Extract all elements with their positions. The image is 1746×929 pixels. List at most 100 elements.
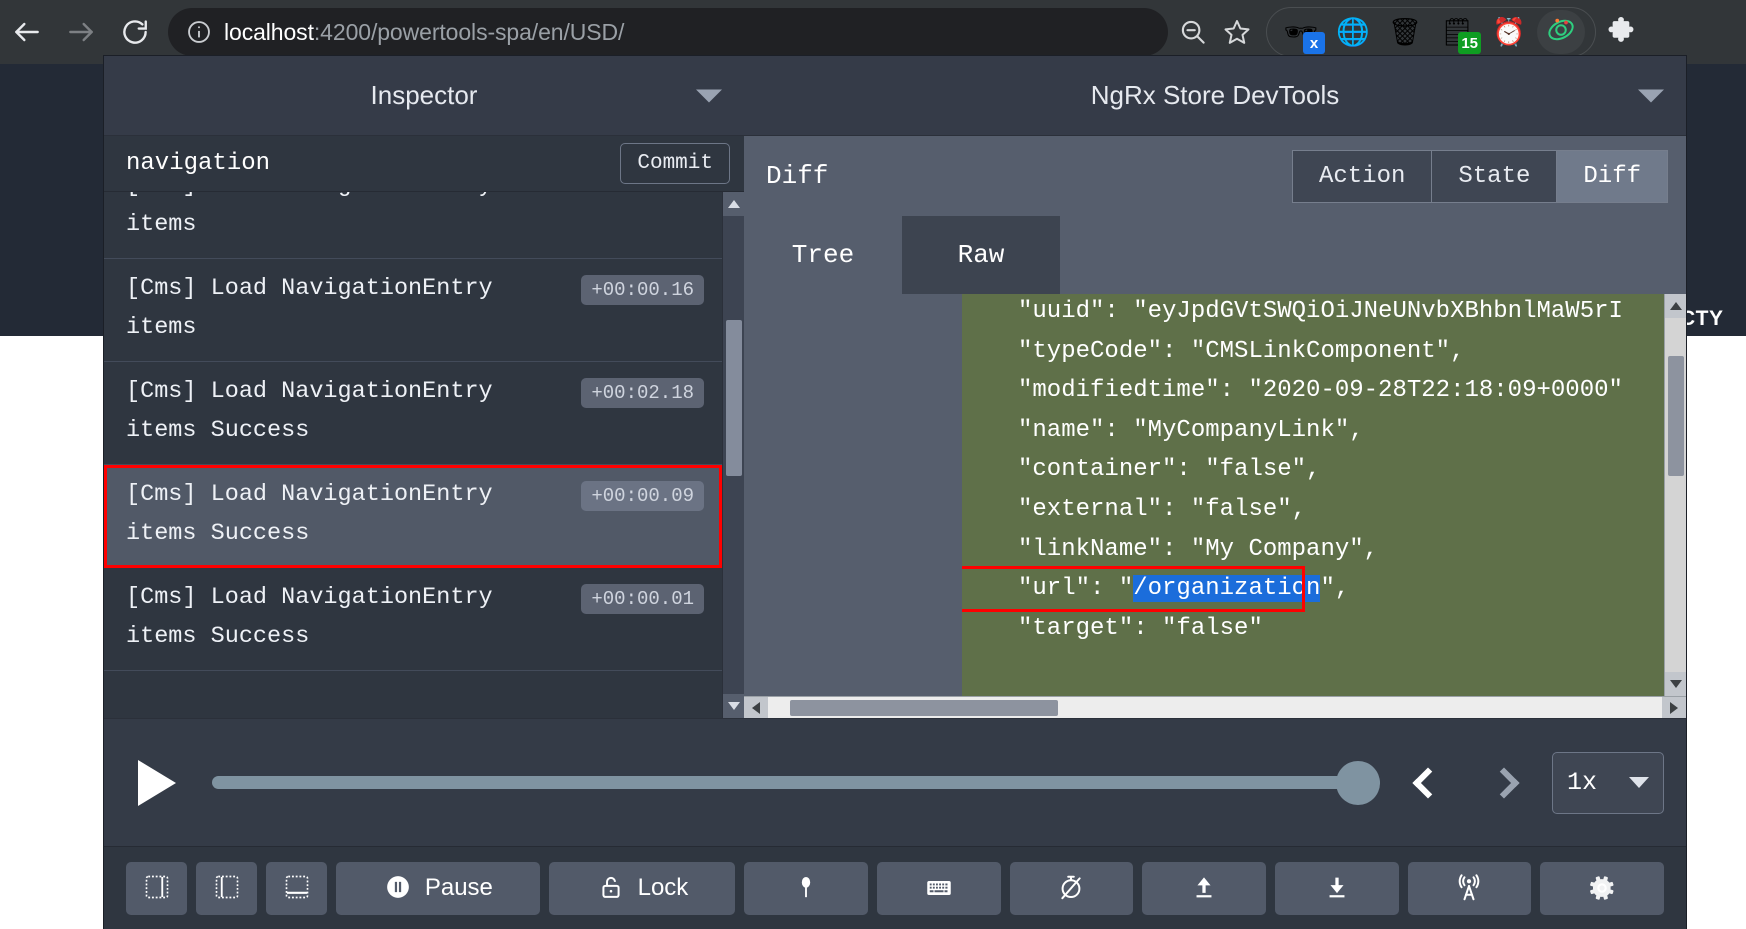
url-path: :4200/powertools-spa/en/USD/ <box>313 18 625 45</box>
playback-speed-select[interactable]: 1x <box>1552 751 1664 814</box>
back-button[interactable] <box>0 5 54 59</box>
json-line-highlighted[interactable]: "url": "/organization", <box>962 566 1349 612</box>
playback-bar: 1x <box>104 718 1686 846</box>
json-line: "linkName": "My Company", <box>1018 535 1379 563</box>
search-input[interactable] <box>126 150 621 177</box>
action-name: [Cms] Load NavigationEntry items Success <box>126 584 493 650</box>
arrow-right-icon <box>65 16 97 48</box>
action-list-item[interactable]: [Cms] Load NavigationEntry items <box>104 192 722 259</box>
remote-button[interactable] <box>1407 861 1532 915</box>
action-list-item[interactable]: [Cms] Load NavigationEntry items +00:00.… <box>104 259 722 362</box>
action-list-item[interactable]: [Cms] Load NavigationEntry items Success… <box>104 362 722 465</box>
json-line: "container": "false", <box>1018 456 1321 484</box>
dock-left-button[interactable] <box>196 861 257 915</box>
action-time: +00:00.09 <box>581 481 704 511</box>
glasses-extension-icon[interactable]: 🕶 x <box>1277 10 1325 54</box>
inspector-title: Inspector <box>370 80 478 110</box>
slider-thumb[interactable] <box>1336 760 1380 805</box>
scrollbar-thumb[interactable] <box>726 320 742 476</box>
scroll-up-button[interactable] <box>1665 294 1686 318</box>
recycle-bin-extension-icon[interactable]: 🗑 <box>1381 10 1429 54</box>
download-icon <box>1322 873 1352 903</box>
export-button[interactable] <box>1274 861 1399 915</box>
tab-diff[interactable]: Diff <box>1556 149 1668 203</box>
triangle-up-icon <box>1670 302 1682 310</box>
devtools-window: Inspector NgRx Store DevTools Commit [C <box>104 56 1686 929</box>
dock-bottom-button[interactable] <box>266 861 327 915</box>
action-name: [Cms] Load NavigationEntry items Success <box>126 481 493 547</box>
stopwatch-off-icon <box>1056 873 1086 903</box>
action-list[interactable]: [Cms] Load NavigationEntry items [Cms] L… <box>104 192 722 718</box>
form-extension-icon[interactable]: 🗒 15 <box>1433 10 1481 54</box>
commit-button[interactable]: Commit <box>620 143 730 184</box>
subtab-raw[interactable]: Raw <box>902 216 1060 294</box>
page-partial-text: CTY <box>1680 307 1724 330</box>
timeline-slider[interactable] <box>212 760 1380 805</box>
monitor-tabs-row: Diff Action State Diff <box>744 136 1686 216</box>
dock-right-icon <box>142 873 172 903</box>
extensions-puzzle-icon[interactable] <box>1604 15 1638 49</box>
browser-toolbar: localhost:4200/powertools-spa/en/USD/ 🕶 … <box>0 0 1746 64</box>
dock-left-icon <box>212 873 242 903</box>
keyboard-button[interactable] <box>876 861 1001 915</box>
lock-open-icon <box>596 873 626 903</box>
lock-button[interactable]: Lock <box>548 861 736 915</box>
json-line: "uuid": "eyJpdGVtSWQiOiJNeUNvbXBhbnlMaW5… <box>1018 298 1623 325</box>
play-button[interactable] <box>138 756 192 810</box>
scroll-left-button[interactable] <box>744 696 768 718</box>
triangle-right-icon <box>1670 701 1678 714</box>
alarm-clock-glyph: ⏰ <box>1492 16 1526 47</box>
persist-button[interactable] <box>744 861 868 915</box>
action-time: +00:00.01 <box>581 584 704 614</box>
scrollbar-thumb[interactable] <box>1668 356 1684 476</box>
diff-vertical-scrollbar[interactable] <box>1664 294 1686 696</box>
globe-hand-extension-icon[interactable]: 🌐 <box>1329 10 1377 54</box>
subtab-tree[interactable]: Tree <box>744 216 902 294</box>
json-line-suffix: ", <box>1320 575 1350 603</box>
devtools-header: Inspector NgRx Store DevTools <box>104 56 1686 136</box>
action-list-item-selected[interactable]: [Cms] Load NavigationEntry items Success… <box>104 465 722 568</box>
address-bar-url: localhost:4200/powertools-spa/en/USD/ <box>224 19 1154 46</box>
action-list-scrollbar[interactable] <box>722 192 744 718</box>
arrow-left-icon <box>11 16 43 48</box>
pause-button[interactable]: Pause <box>336 861 540 915</box>
extension-badge: x <box>1303 32 1325 54</box>
inspector-search-row: Commit <box>104 136 744 192</box>
diff-horizontal-scrollbar[interactable] <box>744 696 1686 718</box>
timer-off-button[interactable] <box>1009 861 1134 915</box>
previous-action-button[interactable] <box>1400 753 1456 813</box>
info-circle-icon[interactable] <box>186 19 212 45</box>
hscroll-track[interactable] <box>768 697 1662 719</box>
next-action-button[interactable] <box>1476 753 1532 813</box>
address-bar[interactable]: localhost:4200/powertools-spa/en/USD/ <box>168 8 1168 56</box>
zoom-out-icon[interactable] <box>1178 17 1208 47</box>
json-line: "name": "MyCompanyLink", <box>1018 416 1364 444</box>
chevron-down-icon[interactable] <box>696 89 722 102</box>
action-list-item[interactable]: [Cms] Load NavigationEntry items Success… <box>104 568 722 671</box>
json-selected-value: /organization <box>1133 575 1321 603</box>
scrollbar-thumb[interactable] <box>790 699 1058 716</box>
scroll-down-button[interactable] <box>723 694 744 718</box>
settings-button[interactable] <box>1540 861 1664 915</box>
alarm-clock-extension-icon[interactable]: ⏰ <box>1485 10 1533 54</box>
import-button[interactable] <box>1142 861 1266 915</box>
scroll-down-button[interactable] <box>1665 672 1686 696</box>
dock-right-button[interactable] <box>126 861 187 915</box>
diff-json-block[interactable]: "uuid": "eyJpdGVtSWQiOiJNeUNvbXBhbnlMaW5… <box>962 294 1664 696</box>
redux-devtools-extension-icon[interactable] <box>1537 10 1585 54</box>
star-icon[interactable] <box>1222 17 1252 47</box>
scroll-up-button[interactable] <box>723 192 744 216</box>
keyboard-icon <box>924 873 954 903</box>
chevron-down-icon[interactable] <box>1638 89 1664 102</box>
extension-badge: 15 <box>1458 32 1481 54</box>
scroll-right-button[interactable] <box>1662 696 1686 718</box>
tab-state[interactable]: State <box>1431 149 1558 203</box>
forward-button[interactable] <box>54 5 108 59</box>
gear-icon <box>1587 873 1617 903</box>
tab-action[interactable]: Action <box>1291 149 1433 203</box>
recycle-bin-glyph: 🗑 <box>1387 16 1423 47</box>
json-key-url: "url": " <box>1018 575 1134 603</box>
devtools-body: Commit [Cms] Load NavigationEntry items … <box>104 136 1686 718</box>
url-host: localhost <box>224 18 314 45</box>
reload-button[interactable] <box>108 5 162 59</box>
